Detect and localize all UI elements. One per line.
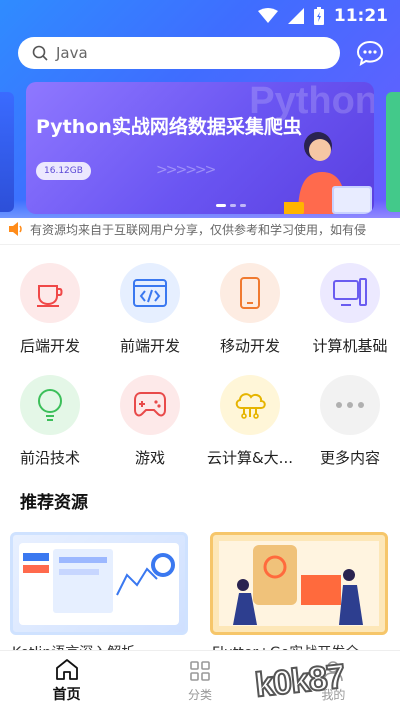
category-label: 后端开发 — [19, 337, 80, 355]
pagination-dot — [240, 204, 246, 207]
resource-card[interactable] — [210, 532, 388, 635]
card-image — [19, 543, 179, 625]
search-bar[interactable]: Java — [18, 37, 340, 69]
category-label: 计算机基础 — [312, 337, 388, 355]
gamepad-icon — [133, 391, 167, 419]
message-icon[interactable] — [356, 40, 384, 66]
notice-text: 有资源均来自于互联网用户分享，仅供参考和学习使用，如有侵 — [30, 222, 367, 237]
category-item[interactable]: 前沿技术 — [5, 375, 95, 468]
grid-icon — [190, 660, 210, 681]
category-label: 移动开发 — [219, 337, 280, 355]
pagination-dot — [230, 204, 236, 207]
smartphone-icon — [239, 277, 261, 309]
category-icon-badge — [20, 375, 80, 435]
section-title: 推荐资源 — [20, 493, 88, 513]
category-icon-badge — [220, 263, 280, 323]
category-icon-badge — [320, 375, 380, 435]
category-label: 更多内容 — [319, 449, 380, 467]
banner-size-badge: 16.12GB — [36, 162, 91, 180]
category-icon-badge — [320, 263, 380, 323]
search-icon — [32, 45, 48, 61]
resource-card[interactable] — [10, 532, 188, 635]
category-icon-badge — [220, 375, 280, 435]
status-time: 11:21 — [333, 6, 388, 26]
category-label: 云计算&大... — [206, 449, 293, 467]
banner-next-peek[interactable] — [386, 92, 400, 212]
banner-illustration-person — [284, 132, 372, 214]
category-icon-badge — [120, 263, 180, 323]
home-icon — [55, 659, 78, 680]
banner-title: Python实战网络数据采集爬虫 — [36, 116, 302, 138]
computer-icon — [333, 278, 367, 308]
card-image — [219, 541, 379, 626]
banner-prev-peek[interactable] — [0, 92, 14, 212]
divider — [0, 244, 400, 245]
lightbulb-icon — [36, 388, 64, 422]
status-bar: 11:21 — [0, 0, 400, 32]
nav-label: 分类 — [187, 687, 212, 702]
coffee-cup-icon — [35, 278, 65, 308]
nav-tab-home[interactable]: 首页 — [0, 651, 133, 711]
notice-bar[interactable]: 有资源均来自于互联网用户分享，仅供参考和学习使用，如有侵 — [0, 218, 400, 240]
cloud-icon — [232, 390, 268, 420]
category-label: 前端开发 — [119, 337, 180, 355]
battery-icon — [313, 7, 324, 25]
speaker-icon — [9, 222, 22, 236]
category-icon-badge — [20, 263, 80, 323]
nav-label: 首页 — [52, 687, 81, 703]
category-item[interactable]: 云计算&大... — [205, 375, 295, 468]
banner-pagination — [216, 204, 246, 207]
pagination-dot — [216, 204, 226, 207]
banner-carousel[interactable]: Python Python实战网络数据采集爬虫 16.12GB >>>>>> — [26, 82, 374, 214]
category-label: 前沿技术 — [19, 449, 80, 467]
nav-tab-category[interactable]: 分类 — [133, 651, 266, 711]
more-dots-icon — [335, 401, 365, 409]
category-item[interactable]: 游戏 — [105, 375, 195, 468]
banner-decor-arrows: >>>>>> — [156, 162, 216, 178]
search-placeholder: Java — [56, 44, 88, 62]
category-item[interactable]: 移动开发 — [205, 263, 295, 356]
category-item[interactable]: 更多内容 — [305, 375, 395, 468]
category-item[interactable]: 后端开发 — [5, 263, 95, 356]
category-item[interactable]: 前端开发 — [105, 263, 195, 356]
signal-icon — [287, 8, 304, 24]
wifi-icon — [257, 8, 278, 23]
category-label: 游戏 — [134, 449, 165, 467]
category-item[interactable]: 计算机基础 — [305, 263, 395, 356]
category-icon-badge — [120, 375, 180, 435]
code-window-icon — [133, 279, 167, 307]
